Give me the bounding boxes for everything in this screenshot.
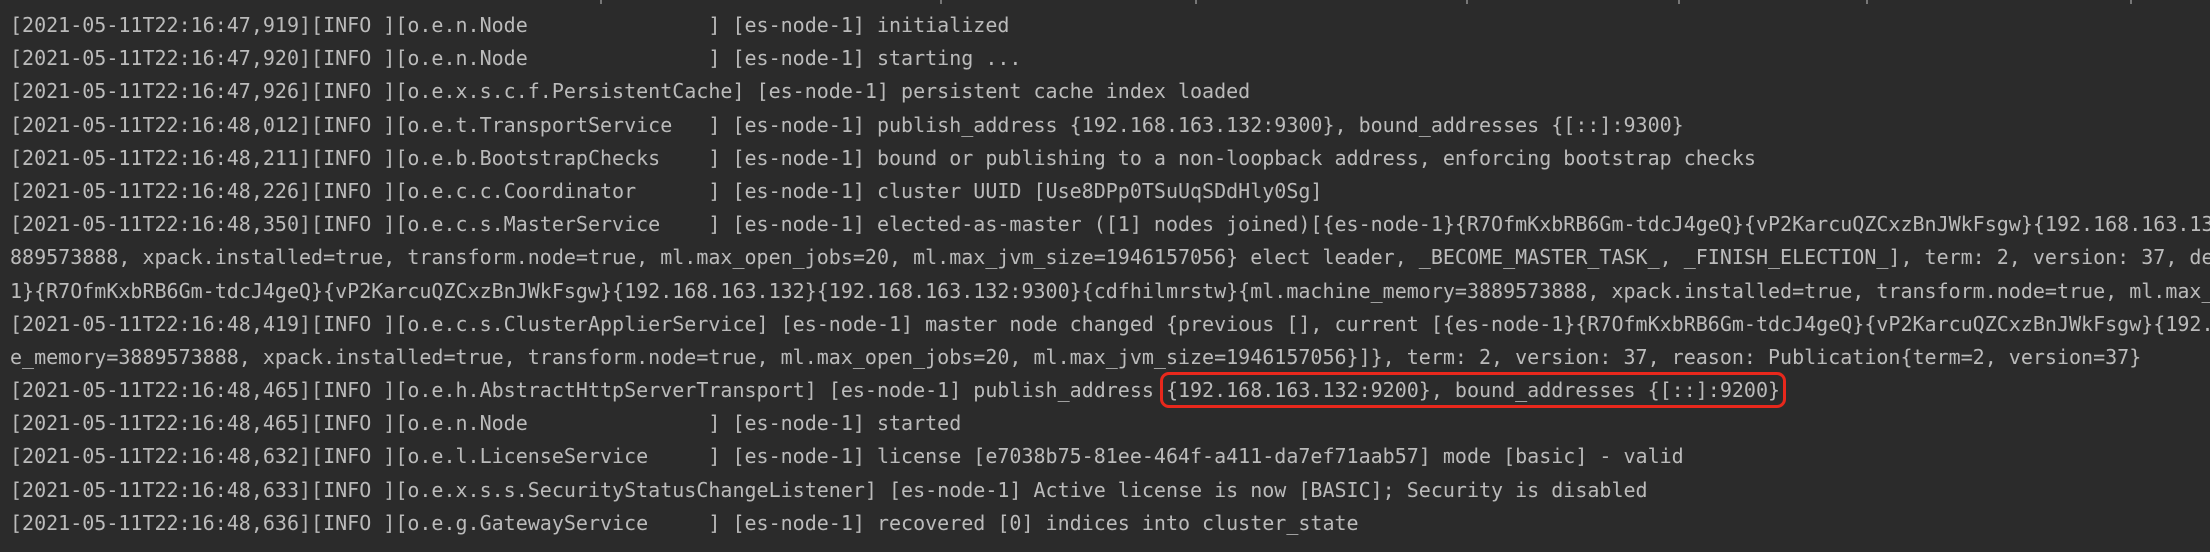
log-line-text: [2021-05-11T22:16:48,211][INFO ][o.e.b.B…	[10, 145, 1756, 170]
log-line-text: [2021-05-11T22:16:47,926][INFO ][o.e.x.s…	[10, 79, 1251, 104]
log-line[interactable]: 1}{R7OfmKxbRB6Gm-tdcJ4geQ}{vP2KarcuQZCxz…	[10, 277, 2210, 310]
log-line[interactable]: e_memory=3889573888, xpack.installed=tru…	[10, 343, 2210, 376]
log-line[interactable]: [2021-05-11T22:16:48,633][INFO ][o.e.x.s…	[10, 476, 2210, 509]
highlighted-http-address: {192.168.163.132:9200}, bound_addresses …	[1159, 372, 1787, 409]
log-line[interactable]: [2021-05-11T22:16:48,465][INFO ][o.e.h.A…	[10, 372, 2210, 409]
log-line[interactable]: [2021-05-11T22:16:48,465][INFO ][o.e.n.N…	[10, 409, 2210, 442]
log-line-text: [2021-05-11T22:16:48,419][INFO ][o.e.c.s…	[10, 311, 2210, 336]
clipped-previous-line	[0, 0, 2210, 6]
log-line[interactable]: [2021-05-11T22:16:48,211][INFO ][o.e.b.B…	[10, 144, 2210, 177]
log-line[interactable]: [2021-05-11T22:16:48,632][INFO ][o.e.l.L…	[10, 442, 2210, 475]
log-line[interactable]: [2021-05-11T22:16:47,919][INFO ][o.e.n.N…	[10, 11, 2210, 44]
log-line-text: [2021-05-11T22:16:48,012][INFO ][o.e.t.T…	[10, 112, 1684, 137]
log-line-text: e_memory=3889573888, xpack.installed=tru…	[10, 344, 2142, 369]
log-line[interactable]: [2021-05-11T22:16:48,419][INFO ][o.e.c.s…	[10, 310, 2210, 343]
log-lines[interactable]: [2021-05-11T22:16:47,919][INFO ][o.e.n.N…	[10, 11, 2210, 542]
log-line[interactable]: [2021-05-11T22:16:47,926][INFO ][o.e.x.s…	[10, 77, 2210, 110]
console-output-panel[interactable]: [2021-05-11T22:16:47,919][INFO ][o.e.n.N…	[0, 0, 2210, 552]
log-line-text: [2021-05-11T22:16:47,920][INFO ][o.e.n.N…	[10, 46, 1022, 71]
log-line-text: [2021-05-11T22:16:48,636][INFO ][o.e.g.G…	[10, 510, 1359, 535]
log-line-text: [2021-05-11T22:16:48,632][INFO ][o.e.l.L…	[10, 444, 1684, 469]
log-line[interactable]: [2021-05-11T22:16:48,350][INFO ][o.e.c.s…	[10, 210, 2210, 243]
log-line-text: 889573888, xpack.installed=true, transfo…	[10, 245, 2210, 270]
log-line-text: [2021-05-11T22:16:48,465][INFO ][o.e.h.A…	[10, 378, 1166, 403]
log-line[interactable]: [2021-05-11T22:16:48,012][INFO ][o.e.t.T…	[10, 111, 2210, 144]
log-line[interactable]: [2021-05-11T22:16:48,226][INFO ][o.e.c.c…	[10, 177, 2210, 210]
log-line-text: [2021-05-11T22:16:48,465][INFO ][o.e.n.N…	[10, 411, 962, 436]
log-line[interactable]: [2021-05-11T22:16:48,636][INFO ][o.e.g.G…	[10, 509, 2210, 542]
log-line-text: [2021-05-11T22:16:48,633][INFO ][o.e.x.s…	[10, 477, 1648, 502]
log-line-text: [2021-05-11T22:16:47,919][INFO ][o.e.n.N…	[10, 13, 1010, 37]
log-line[interactable]: [2021-05-11T22:16:47,920][INFO ][o.e.n.N…	[10, 44, 2210, 77]
log-line-text: 1}{R7OfmKxbRB6Gm-tdcJ4geQ}{vP2KarcuQZCxz…	[10, 278, 2210, 303]
log-line[interactable]: 889573888, xpack.installed=true, transfo…	[10, 243, 2210, 276]
log-line-text: [2021-05-11T22:16:48,226][INFO ][o.e.c.c…	[10, 178, 1323, 203]
log-line-text: [2021-05-11T22:16:48,350][INFO ][o.e.c.s…	[10, 212, 2210, 237]
